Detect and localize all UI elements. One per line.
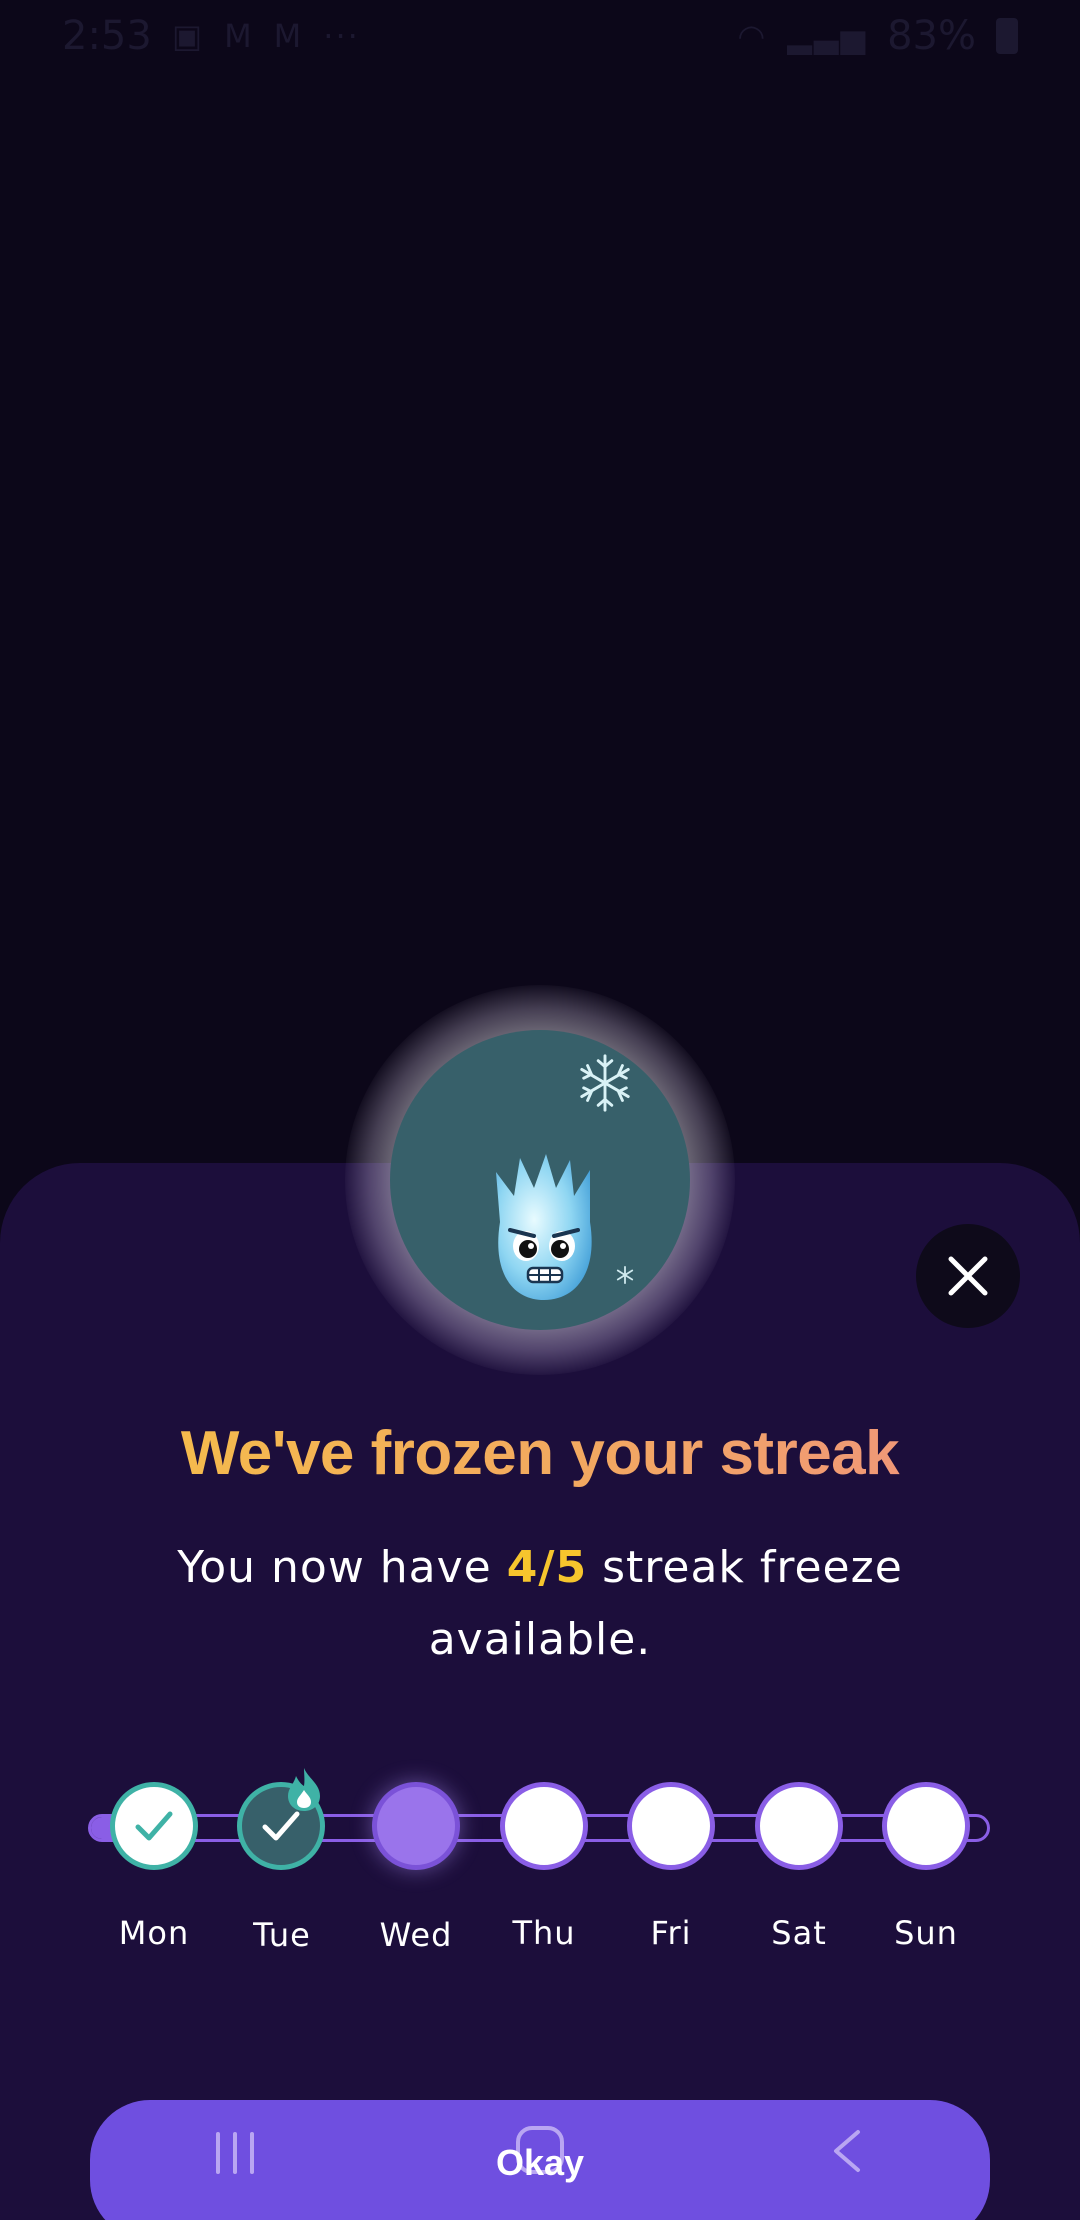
day-label-fri: Fri: [650, 1914, 692, 1952]
day-dot-sun: [882, 1782, 970, 1870]
wifi-icon: ◠: [737, 17, 768, 55]
subtitle-before: You now have: [177, 1542, 492, 1593]
day-dot-mon: [110, 1782, 198, 1870]
small-snowflake-icon: [616, 1266, 634, 1284]
subtitle-after: streak freeze available.: [428, 1542, 903, 1665]
day-dot-fri: [627, 1782, 715, 1870]
status-time: 2:53: [62, 13, 152, 59]
snowflake-icon: [580, 1054, 630, 1112]
day-dot-thu: [500, 1782, 588, 1870]
day-label-mon: Mon: [118, 1914, 190, 1952]
frozen-flame-mascot-icon: [496, 1154, 592, 1300]
freeze-count: 4/5: [506, 1542, 588, 1593]
gmail-icon: M: [273, 17, 304, 55]
day-dot-sat: [755, 1782, 843, 1870]
day-dot-wed: [372, 1782, 460, 1870]
day-label-wed: Wed: [379, 1916, 453, 1954]
gmail-icon: M: [224, 17, 254, 55]
back-icon[interactable]: [830, 2128, 864, 2174]
signal-icon: ▂▃▅: [787, 17, 868, 55]
battery-charging-icon: [996, 18, 1018, 54]
dialog-subtitle: You now have 4/5 streak freeze available…: [150, 1532, 930, 1676]
day-label-tue: Tue: [253, 1916, 311, 1954]
battery-percent: 83%: [887, 13, 976, 59]
close-icon: [948, 1256, 988, 1296]
status-bar: 2:53 ▣ M M ··· ◠ ▂▃▅ 83%: [0, 0, 1080, 72]
close-button[interactable]: [916, 1224, 1020, 1328]
okay-button[interactable]: Okay: [90, 2100, 990, 2220]
teams-icon: ▣: [171, 17, 205, 55]
flame-icon: [288, 1768, 320, 1811]
day-label-sat: Sat: [771, 1914, 827, 1952]
check-icon: [135, 1811, 173, 1841]
day-label-thu: Thu: [512, 1914, 576, 1952]
status-left: 2:53 ▣ M M ···: [62, 13, 360, 59]
more-notifications-icon: ···: [323, 17, 360, 55]
dialog-headline: We've frozen your streak: [0, 1418, 1080, 1489]
frozen-mascot-avatar: [390, 1030, 690, 1330]
status-right: ◠ ▂▃▅ 83%: [737, 13, 1018, 59]
day-label-sun: Sun: [894, 1914, 958, 1952]
